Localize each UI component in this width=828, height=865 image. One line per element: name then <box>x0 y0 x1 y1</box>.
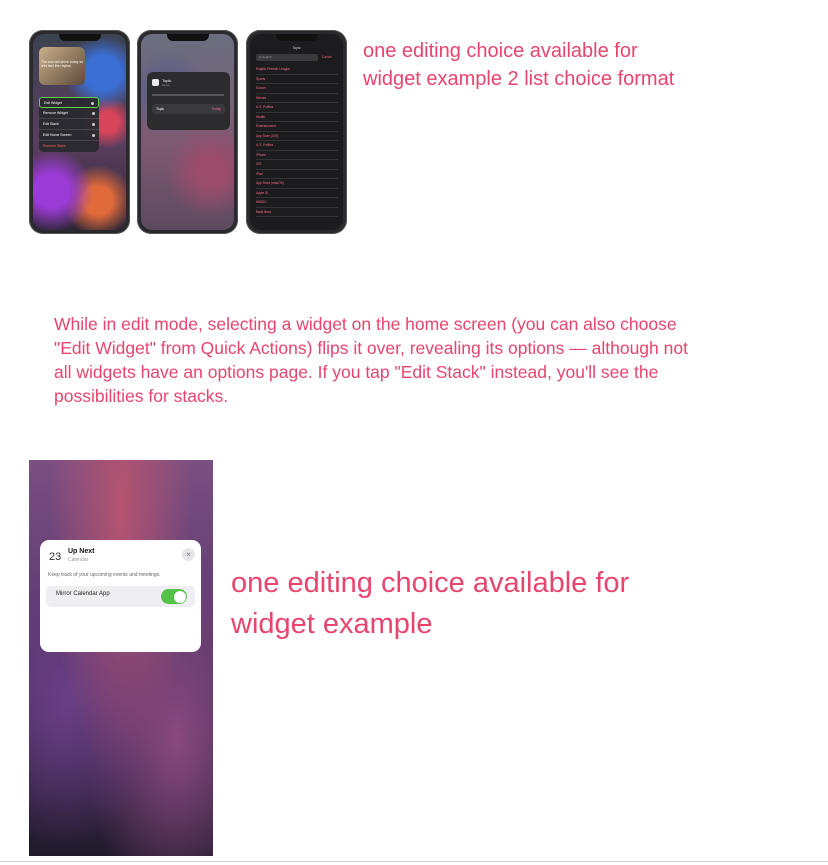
quick-actions-menu: Edit Widget Remove Widget Edit Stack Edi… <box>39 97 99 152</box>
news-icon <box>152 79 159 86</box>
list-item[interactable]: iPad <box>256 170 338 179</box>
list-header: Topic <box>292 46 301 50</box>
qa-item-label: Remove Stack <box>43 144 66 148</box>
list-item[interactable]: Apple ID <box>256 189 338 198</box>
phone-notch <box>58 34 101 41</box>
phone-screenshot-topic-list: Topic Q Search Cancel English Premier Le… <box>246 30 347 234</box>
phone2-screen: Topic News Topic Today <box>141 34 234 230</box>
phone-icon <box>92 134 95 137</box>
body-paragraph: While in edit mode, selecting a widget o… <box>54 314 688 406</box>
mirror-calendar-toggle[interactable] <box>161 589 187 604</box>
list-item[interactable]: Entertainment <box>256 122 338 132</box>
list-item[interactable]: Bank Buzz <box>256 208 338 217</box>
phone-notch <box>275 34 318 41</box>
phone-screenshot-widget-options: Topic News Topic Today <box>137 30 238 234</box>
widget-config-card: Topic News Topic Today <box>147 72 230 130</box>
widget-title: Up Next <box>68 548 95 555</box>
info-icon <box>91 102 94 105</box>
topic-row[interactable]: Topic Today <box>152 104 225 114</box>
phone-notch <box>166 34 209 41</box>
cancel-button[interactable]: Cancel <box>322 54 332 61</box>
option-label: Mirror Calendar App <box>56 591 110 597</box>
large-widget-screenshot: 23 Up Next Calendar × Keep track of your… <box>29 460 213 856</box>
list-item[interactable]: Soccer <box>256 84 338 94</box>
search-input[interactable]: Q Search <box>256 54 318 61</box>
config-description <box>152 94 224 96</box>
topic-list: English Premier League Sports Soccer Mov… <box>256 65 338 217</box>
qa-item-edit-stack[interactable]: Edit Stack <box>39 119 99 130</box>
list-item[interactable]: Sports <box>256 75 338 84</box>
qa-item-remove-stack[interactable]: Remove Stack <box>39 141 99 152</box>
phone1-screen: The sun will shine today so let's feel t… <box>33 34 126 230</box>
widget-description: Keep track of your upcoming events and m… <box>48 572 161 578</box>
up-next-widget-card: 23 Up Next Calendar × Keep track of your… <box>40 540 201 652</box>
qa-item-label: Edit Home Screen <box>43 133 72 137</box>
page-bottom-divider <box>0 861 828 862</box>
caption-top: one editing choice available for widget … <box>363 40 675 90</box>
qa-item-label: Edit Widget <box>44 101 62 105</box>
minus-icon <box>92 112 95 115</box>
list-item[interactable]: U.S. Politics <box>256 103 338 113</box>
list-item[interactable]: Health <box>256 113 338 122</box>
topic-row-label: Topic <box>156 107 165 111</box>
list-item[interactable]: English Premier League <box>256 65 338 75</box>
mirror-calendar-row: Mirror Calendar App <box>46 586 195 607</box>
qa-item-label: Edit Stack <box>43 122 59 126</box>
album-caption: The sun will shine today so let's feel t… <box>41 60 84 68</box>
list-item[interactable]: iOS <box>256 160 338 170</box>
stack-icon <box>92 123 95 126</box>
config-subtitle: News <box>162 83 170 87</box>
toggle-knob <box>173 590 186 603</box>
list-item[interactable]: WWDC <box>256 198 338 208</box>
qa-item-edit-widget[interactable]: Edit Widget <box>39 97 99 108</box>
qa-item-label: Remove Widget <box>43 111 68 115</box>
phone3-screen: Topic Q Search Cancel English Premier Le… <box>250 34 343 230</box>
topic-row-value: Today <box>211 107 221 111</box>
list-item[interactable]: Movies <box>256 94 338 103</box>
widget-subtitle: Calendar <box>68 557 89 563</box>
list-item[interactable]: U.S. Politics <box>256 141 338 151</box>
list-item[interactable]: iPhone <box>256 151 338 160</box>
phone-screenshot-quick-actions: The sun will shine today so let's feel t… <box>29 30 130 234</box>
caption-bottom: one editing choice available for widget … <box>231 567 630 640</box>
qa-item-edit-home-screen[interactable]: Edit Home Screen <box>39 130 99 141</box>
qa-item-remove-widget[interactable]: Remove Widget <box>39 108 99 119</box>
list-item[interactable]: App Store (iOS) <box>256 132 338 141</box>
close-icon[interactable]: × <box>182 548 195 561</box>
list-item[interactable]: App Store (macOS) <box>256 179 338 189</box>
calendar-date: 23 <box>49 551 62 563</box>
